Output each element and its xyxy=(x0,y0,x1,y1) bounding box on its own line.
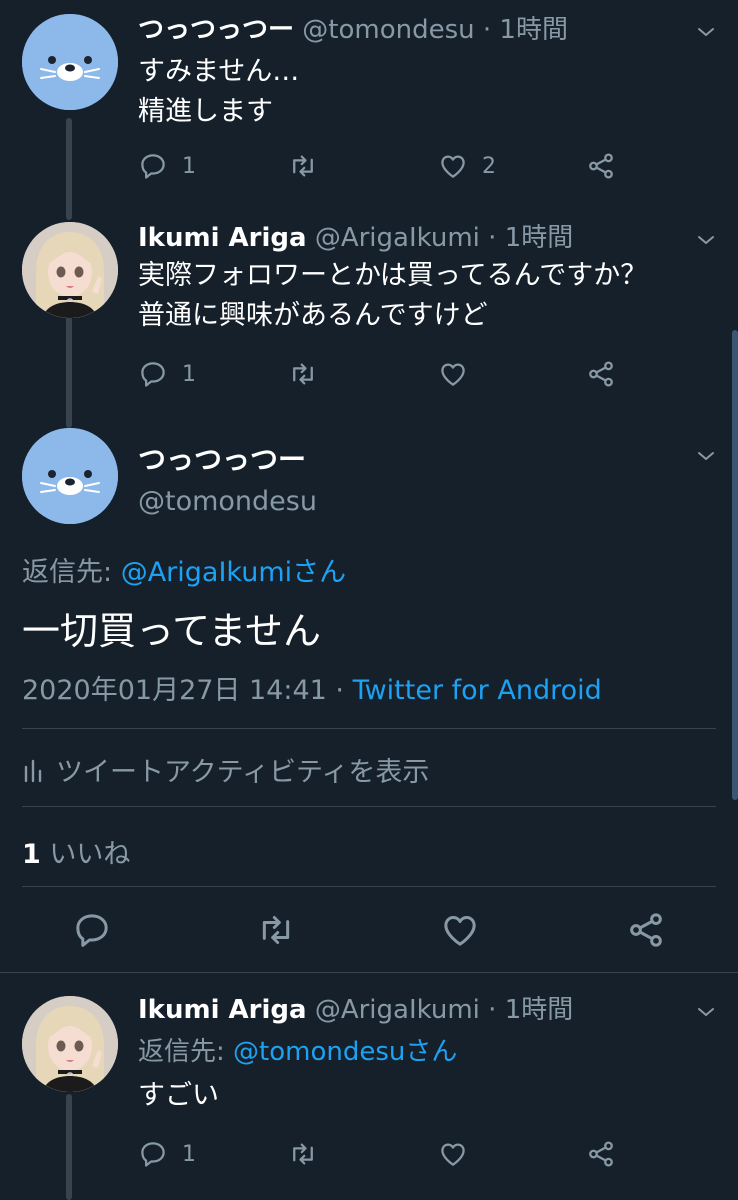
focused-tweet-actions xyxy=(0,910,738,954)
share-icon xyxy=(586,151,616,181)
handle[interactable]: @tomondesu xyxy=(138,486,317,517)
reply-icon[interactable] xyxy=(72,910,112,950)
reply-prefix: 返信先: xyxy=(138,1037,234,1067)
activity-label: ツイートアクティビティを表示 xyxy=(56,757,430,788)
share-icon xyxy=(586,1139,616,1169)
tweet-activity-link[interactable]: ツイートアクティビティを表示 xyxy=(22,750,429,789)
chevron-down-icon[interactable] xyxy=(694,1000,718,1024)
reply-icon xyxy=(138,359,168,389)
tweet-actions: 1 2 xyxy=(138,146,638,186)
display-name[interactable]: つっつっつー xyxy=(138,438,306,478)
chevron-down-icon[interactable] xyxy=(694,20,718,44)
tweet-text: すみません… 精進します xyxy=(138,56,300,127)
reply-count: 1 xyxy=(182,1141,196,1167)
tweet-2[interactable]: Ikumi Ariga @ArigaIkumi · 1時間 実際フォロワーとかは… xyxy=(0,210,738,420)
like-button[interactable] xyxy=(438,354,482,394)
girl-portrait-icon xyxy=(22,996,118,1092)
tweet-header: Ikumi Ariga @ArigaIkumi · 1時間 xyxy=(138,220,573,256)
retweet-icon[interactable] xyxy=(256,910,296,950)
heart-icon xyxy=(438,359,468,389)
handle[interactable]: @ArigaIkumi xyxy=(315,995,480,1025)
reply-count: 1 xyxy=(182,361,196,387)
tweet-text: 一切買ってません xyxy=(22,609,322,653)
reply-to-link[interactable]: @tomondesuさん xyxy=(233,1037,457,1067)
divider xyxy=(22,886,716,887)
reply-tweet[interactable]: Ikumi Ariga @ArigaIkumi · 1時間 返信先: @tomo… xyxy=(0,980,738,1200)
reply-to-line: 返信先: @tomondesuさん xyxy=(138,1034,457,1070)
tweet-timestamp: 2020年01月27日 14:41 · Twitter for Android xyxy=(22,668,602,707)
display-name[interactable]: Ikumi Ariga xyxy=(138,223,307,253)
retweet-button[interactable] xyxy=(288,146,318,186)
heart-icon xyxy=(438,151,468,181)
likes-number: 1 xyxy=(22,839,41,870)
tweet-actions: 1 xyxy=(138,354,638,394)
chevron-down-icon[interactable] xyxy=(694,228,718,252)
share-button[interactable] xyxy=(586,1134,616,1174)
retweet-icon xyxy=(288,1139,318,1169)
reply-to-link[interactable]: @ArigaIkumiさん xyxy=(121,557,346,588)
girl-portrait-icon xyxy=(22,222,118,318)
seal-avatar[interactable] xyxy=(22,428,118,524)
display-name[interactable]: つっつっつー xyxy=(138,15,294,45)
retweet-icon xyxy=(288,359,318,389)
seal-icon xyxy=(22,14,118,110)
reply-prefix: 返信先: xyxy=(22,557,121,588)
tweet-header: つっつっつー @tomondesu · 1時間 xyxy=(138,12,568,48)
anime-girl-avatar[interactable] xyxy=(22,996,118,1092)
reply-icon xyxy=(138,151,168,181)
reply-to-line: 返信先: @ArigaIkumiさん xyxy=(22,550,346,589)
bar-chart-icon xyxy=(24,759,42,782)
tweet-actions: 1 xyxy=(138,1134,638,1174)
reply-count: 1 xyxy=(182,153,196,179)
seal-icon xyxy=(22,428,118,524)
handle[interactable]: @tomondesu xyxy=(302,15,474,45)
tweet-text: 実際フォロワーとかは買ってるんですか？ 普通に興味があるんですけど xyxy=(138,260,648,331)
share-button[interactable] xyxy=(586,354,616,394)
likes-label: いいね xyxy=(49,839,131,870)
display-name[interactable]: Ikumi Ariga xyxy=(138,995,307,1025)
like-button[interactable]: 2 xyxy=(438,146,496,186)
retweet-icon xyxy=(288,151,318,181)
reply-button[interactable]: 1 xyxy=(138,1134,196,1174)
tweet-text: すごい xyxy=(138,1080,219,1111)
tweet-1[interactable]: つっつっつー @tomondesu · 1時間 すみません… 精進します 1 2 xyxy=(0,0,738,210)
time: · 1時間 xyxy=(482,15,568,45)
divider xyxy=(22,728,716,729)
reply-button[interactable]: 1 xyxy=(138,146,196,186)
heart-icon[interactable] xyxy=(440,910,480,950)
time: · 1時間 xyxy=(488,995,574,1025)
handle[interactable]: @ArigaIkumi xyxy=(315,223,480,253)
share-button[interactable] xyxy=(586,146,616,186)
divider xyxy=(22,806,716,807)
chevron-down-icon[interactable] xyxy=(694,444,718,468)
anime-girl-avatar[interactable] xyxy=(22,222,118,318)
share-icon xyxy=(586,359,616,389)
retweet-button[interactable] xyxy=(288,1134,318,1174)
timestamp: 2020年01月27日 14:41 · xyxy=(22,675,353,706)
retweet-button[interactable] xyxy=(288,354,318,394)
seal-avatar[interactable] xyxy=(22,14,118,110)
likes-summary[interactable]: 1 いいね xyxy=(22,832,130,871)
reply-icon xyxy=(138,1139,168,1169)
reply-button[interactable]: 1 xyxy=(138,354,196,394)
share-icon[interactable] xyxy=(626,910,666,950)
heart-icon xyxy=(438,1139,468,1169)
tweet-header: Ikumi Ariga @ArigaIkumi · 1時間 xyxy=(138,992,573,1028)
client-link[interactable]: Twitter for Android xyxy=(353,675,602,706)
divider xyxy=(0,972,738,973)
like-count: 2 xyxy=(482,153,496,179)
like-button[interactable] xyxy=(438,1134,482,1174)
time: · 1時間 xyxy=(488,223,574,253)
